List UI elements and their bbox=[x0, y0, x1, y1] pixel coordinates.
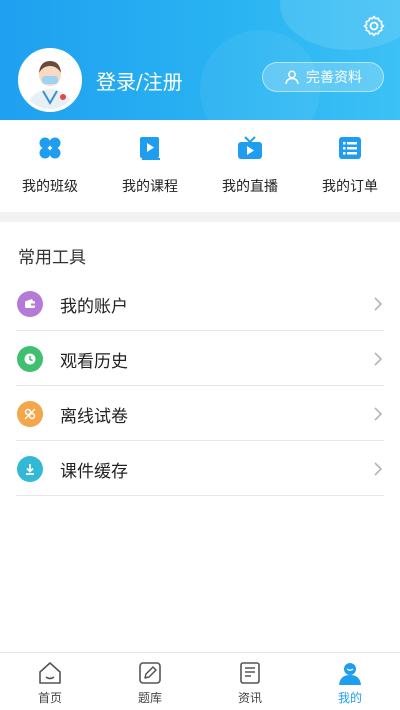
news-icon bbox=[240, 662, 260, 684]
tab-label: 资讯 bbox=[237, 691, 262, 705]
tools-section-title: 常用工具 bbox=[18, 248, 86, 268]
tab-home[interactable]: 首页 bbox=[0, 653, 100, 710]
order-list-icon bbox=[339, 137, 361, 159]
chevron-right-icon bbox=[374, 462, 383, 476]
quick-label: 我的班级 bbox=[22, 179, 78, 195]
complete-profile-label: 完善资料 bbox=[306, 70, 362, 86]
user-icon bbox=[339, 663, 361, 685]
quick-my-class[interactable]: 我的班级 bbox=[0, 120, 100, 212]
pencil-icon bbox=[139, 662, 161, 684]
download-icon bbox=[17, 456, 43, 482]
bottom-nav: 首页 题库 资讯 我的 bbox=[0, 652, 400, 710]
quick-my-live[interactable]: 我的直播 bbox=[200, 120, 300, 212]
avatar[interactable] bbox=[18, 48, 82, 112]
tab-label: 我的 bbox=[337, 691, 362, 705]
chevron-right-icon bbox=[374, 297, 383, 311]
chevron-right-icon bbox=[374, 352, 383, 366]
tv-icon bbox=[238, 136, 262, 159]
tab-question-bank[interactable]: 题库 bbox=[100, 653, 200, 710]
quick-label: 我的直播 bbox=[222, 179, 278, 195]
user-outline-icon bbox=[285, 70, 299, 85]
clover-icon bbox=[39, 137, 61, 159]
wallet-icon bbox=[17, 291, 43, 317]
list-item-my-account[interactable]: 我的账户 bbox=[0, 276, 400, 331]
list-item-watch-history[interactable]: 观看历史 bbox=[0, 331, 400, 386]
list-item-label: 观看历史 bbox=[60, 352, 128, 372]
quick-label: 我的订单 bbox=[322, 179, 378, 195]
section-divider bbox=[0, 212, 400, 222]
list-item-label: 我的账户 bbox=[60, 297, 128, 317]
quick-label: 我的课程 bbox=[122, 179, 178, 195]
login-register-link[interactable]: 登录/注册 bbox=[96, 66, 183, 95]
quick-actions: 我的班级 我的课程 我的直播 我的订单 bbox=[0, 120, 400, 212]
tab-label: 首页 bbox=[37, 691, 62, 705]
clock-icon bbox=[17, 346, 43, 372]
chevron-right-icon bbox=[374, 407, 383, 421]
tab-news[interactable]: 资讯 bbox=[200, 653, 300, 710]
doctor-avatar-icon bbox=[21, 51, 79, 109]
list-item-label: 课件缓存 bbox=[60, 462, 128, 482]
quick-my-orders[interactable]: 我的订单 bbox=[300, 120, 400, 212]
gear-icon[interactable] bbox=[362, 14, 386, 38]
book-play-icon bbox=[140, 137, 160, 160]
list-item-courseware-cache[interactable]: 课件缓存 bbox=[0, 441, 400, 496]
list-item-label: 离线试卷 bbox=[60, 407, 128, 427]
home-icon bbox=[39, 662, 61, 684]
tab-label: 题库 bbox=[137, 691, 162, 705]
list-item-offline-papers[interactable]: 离线试卷 bbox=[0, 386, 400, 441]
quick-my-course[interactable]: 我的课程 bbox=[100, 120, 200, 212]
tools-list: 我的账户 观看历史 离线试卷 课件缓存 bbox=[0, 276, 400, 496]
offline-icon bbox=[17, 401, 43, 427]
complete-profile-button[interactable]: 完善资料 bbox=[262, 62, 384, 92]
profile-header: 登录/注册 完善资料 bbox=[0, 0, 400, 120]
tab-mine[interactable]: 我的 bbox=[300, 653, 400, 710]
